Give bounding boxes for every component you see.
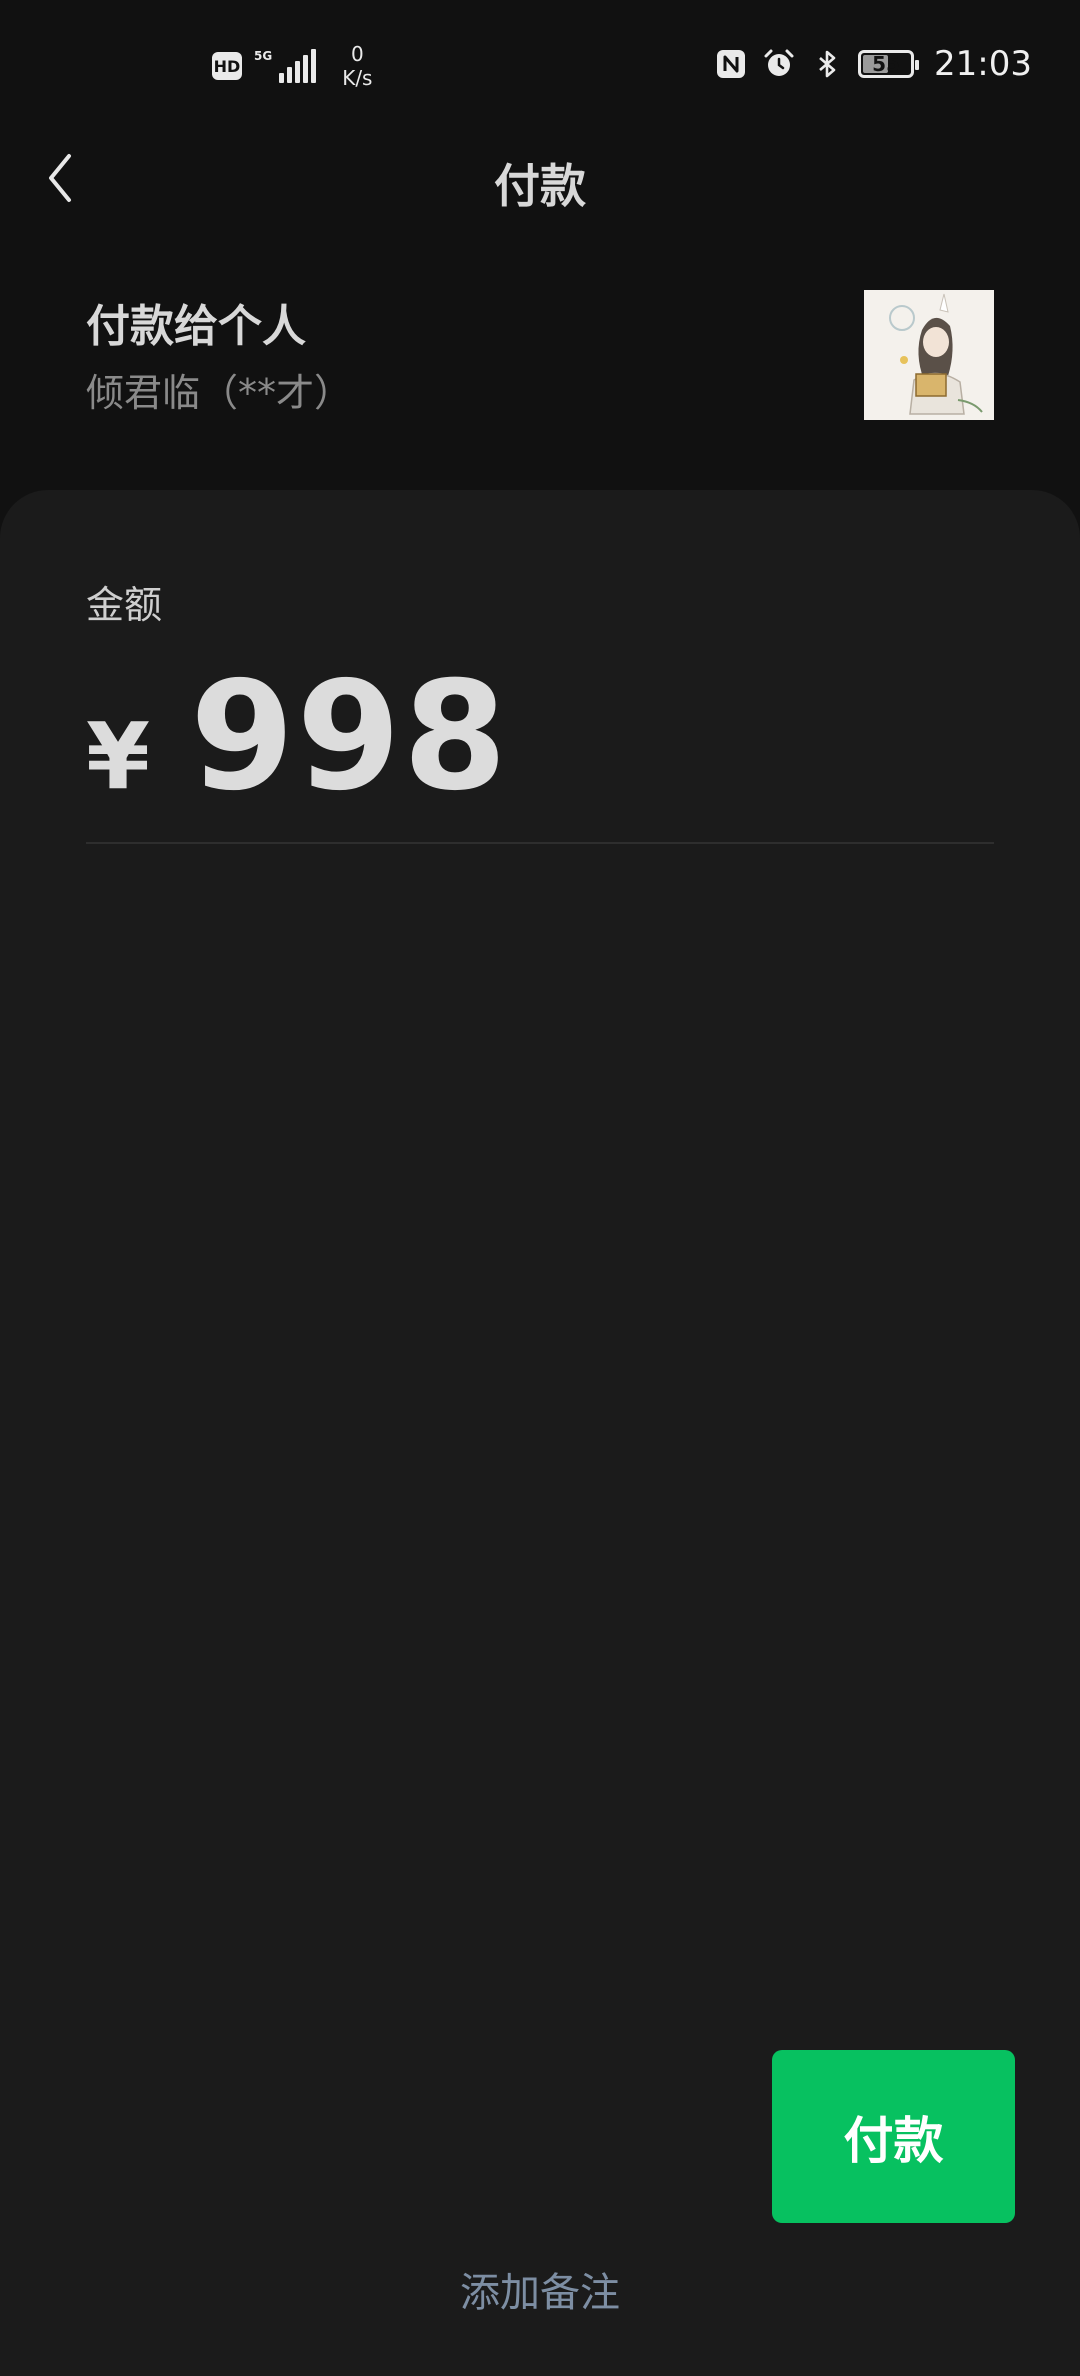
net-speed-value: 0 — [350, 42, 364, 66]
avatar[interactable] — [864, 290, 994, 420]
signal-bar — [295, 61, 301, 83]
signal-bar — [303, 55, 309, 83]
bluetooth-icon — [819, 50, 836, 78]
status-left: HD 5G 0 K/s — [212, 42, 372, 90]
payment-screen: HD 5G 0 K/s 55 21:03 付款 付款给个人 倾君临（**才） 金… — [0, 0, 1080, 2376]
user-avatar-icon — [864, 290, 994, 420]
payee-section: 付款给个人 倾君临（**才） — [0, 270, 1080, 430]
add-note-link[interactable]: 添加备注 — [0, 2260, 1080, 2318]
net-speed-unit: K/s — [342, 66, 373, 90]
payee-name: 倾君临（**才） — [86, 371, 353, 415]
amount-value: 998 — [190, 650, 510, 824]
signal-bar — [279, 73, 285, 83]
currency-symbol: ¥ — [86, 703, 151, 810]
pay-button[interactable]: 付款 — [772, 2050, 1015, 2223]
nfc-icon — [717, 50, 746, 78]
status-bar: HD 5G 0 K/s 55 21:03 — [0, 0, 1080, 140]
status-time: 21:03 — [934, 44, 1032, 84]
signal-bar — [311, 49, 317, 83]
net-speed: 0 K/s — [342, 42, 372, 90]
alarm-icon — [764, 49, 794, 76]
amount-card: 金额 ¥ 998 付款 添加备注 — [0, 490, 1080, 2376]
signal-bar — [287, 67, 293, 83]
payee-title: 付款给个人 — [86, 301, 306, 352]
battery-icon: 55 — [858, 50, 920, 78]
page-title: 付款 — [494, 159, 586, 213]
network-gen-label: 5G — [254, 49, 273, 63]
amount-input[interactable]: ¥ 998 — [86, 650, 509, 824]
battery-text: 55 — [872, 52, 900, 76]
status-right: 55 21:03 — [714, 44, 1032, 84]
nav-bar: 付款 — [0, 140, 1080, 216]
amount-label: 金额 — [86, 583, 163, 627]
signal-icon: 5G — [254, 49, 317, 83]
hd-icon: HD — [212, 52, 242, 80]
amount-divider — [86, 842, 994, 844]
